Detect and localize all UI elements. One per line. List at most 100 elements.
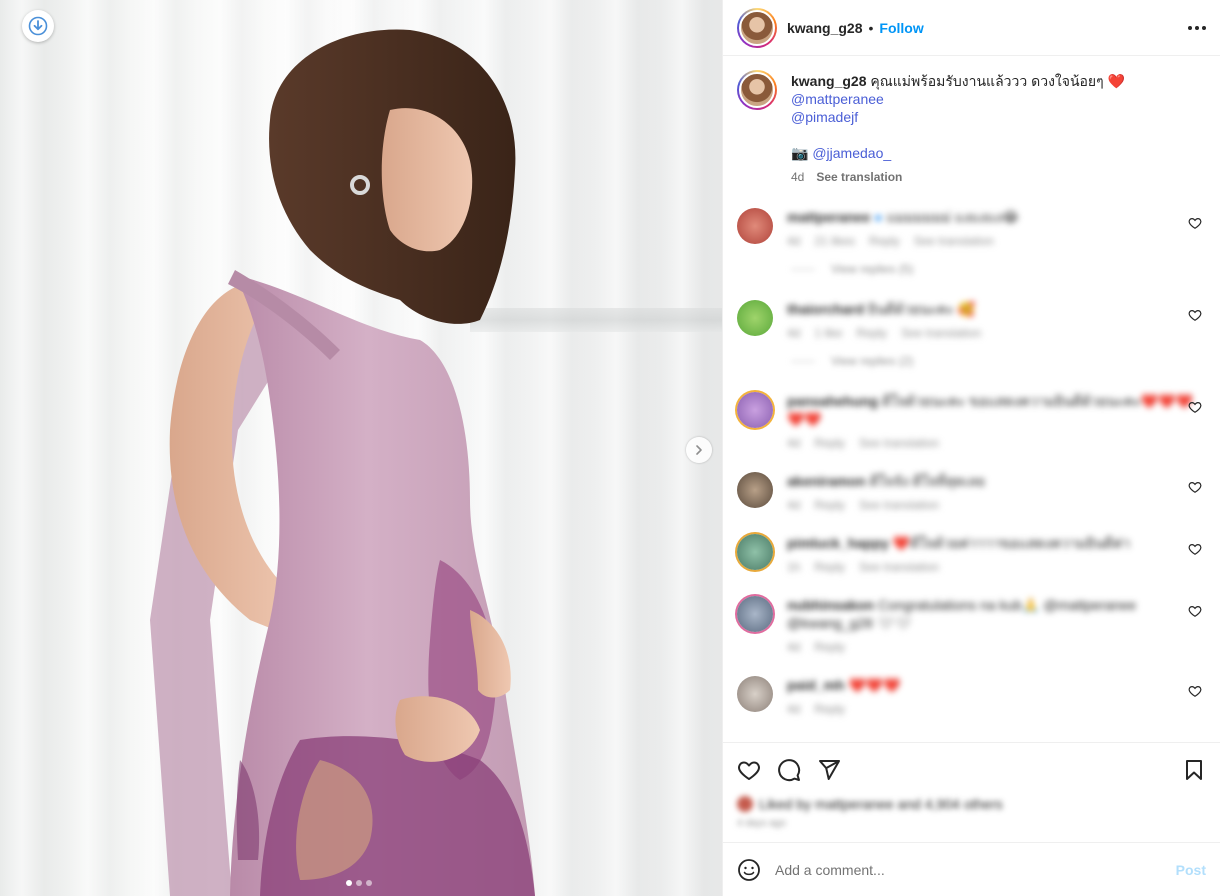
like-comment-heart-icon[interactable] xyxy=(1188,542,1202,556)
commenter-username[interactable]: pansahehung xyxy=(787,393,878,409)
caption-text: คุณแม่พร้อมรับงานแล้ววว ดวงใจน้อยๆ xyxy=(870,73,1104,89)
commenter-username[interactable]: thaiorchard xyxy=(787,301,864,317)
comment-age: 4d xyxy=(787,436,801,450)
comment-likes[interactable]: 1 like xyxy=(814,326,842,340)
carousel-dot xyxy=(346,880,352,886)
commenter-avatar[interactable] xyxy=(737,208,773,244)
emoji-smiley-icon[interactable] xyxy=(737,858,761,882)
comment-bubble-icon[interactable] xyxy=(777,758,801,782)
share-paper-plane-icon[interactable] xyxy=(817,758,841,782)
comment-age: 4d xyxy=(787,640,801,654)
caption-meta: 4d See translation xyxy=(791,168,1125,186)
reply-button[interactable]: Reply xyxy=(814,702,845,716)
commenter-avatar[interactable] xyxy=(737,300,773,336)
like-comment-heart-icon[interactable] xyxy=(1188,308,1202,322)
download-icon xyxy=(28,16,48,36)
camera-emoji: 📷 xyxy=(791,145,809,161)
header-separator: • xyxy=(868,19,874,36)
like-heart-icon[interactable] xyxy=(737,758,761,782)
comment-text: ❤️❤️❤️ xyxy=(848,677,901,693)
post-caption: kwang_g28 คุณแม่พร้อมรับงานแล้ววว ดวงใจน… xyxy=(737,70,1204,186)
post-header: kwang_g28 • Follow xyxy=(723,0,1220,56)
author-avatar[interactable] xyxy=(737,7,777,48)
carousel-indicator xyxy=(346,880,372,886)
reply-button[interactable]: Reply xyxy=(869,234,900,248)
comment-item: akeniramon ดีใจจัง ดีใจที่สุดเลย 4d Reply… xyxy=(737,472,1204,512)
photo-credit-link[interactable]: @jjamedao_ xyxy=(812,145,891,161)
reply-button[interactable]: Reply xyxy=(814,560,845,574)
comment-age: 4d xyxy=(787,326,801,340)
comment-item: paid_mh ❤️❤️❤️ 4d Reply xyxy=(737,676,1204,716)
reply-button[interactable]: Reply xyxy=(814,640,845,654)
caption-avatar[interactable] xyxy=(737,70,777,110)
view-replies-button[interactable]: View replies (2) xyxy=(791,354,1204,368)
comment-age: 1h xyxy=(787,560,801,574)
commenter-avatar[interactable] xyxy=(737,534,773,570)
commenter-username[interactable]: mattperanee xyxy=(787,209,870,225)
post-details-panel: kwang_g28 • Follow kwang_g28 คุณแม่พร้อม… xyxy=(722,0,1220,896)
commenter-avatar[interactable] xyxy=(737,676,773,712)
bookmark-icon[interactable] xyxy=(1182,758,1206,782)
comment-item: pimluck_happy ❤️ดีใจด้วยค่าาาาขอแสดงความ… xyxy=(737,534,1204,574)
reply-button[interactable]: Reply xyxy=(814,436,845,450)
see-translation-button[interactable]: See translation xyxy=(859,436,939,450)
comment-age: 4d xyxy=(787,498,801,512)
comment-item: mattperanee ● แมมมมมม่ แงแงแง😂 4d 21 like… xyxy=(737,208,1204,248)
comment-item: thaiorchard ยินดีด้วยนะคะ 🥰 4d 1 like Repl… xyxy=(737,300,1204,340)
liker-avatar xyxy=(737,796,753,812)
commenter-avatar[interactable] xyxy=(737,596,773,632)
download-button[interactable] xyxy=(22,10,54,42)
comment-item: pansahehung ดีใจด้วยนะคะ ขอแสดงความยินดี… xyxy=(737,392,1204,450)
commenter-avatar[interactable] xyxy=(737,392,773,428)
caption-heart-emoji: ❤️ xyxy=(1107,73,1125,89)
like-comment-heart-icon[interactable] xyxy=(1188,400,1202,414)
comment-text: ❤️ดีใจด้วยค่าาาาขอแสดงความยินดีค่า xyxy=(892,535,1131,551)
see-translation-button[interactable]: See translation xyxy=(859,560,939,574)
comments-scroll-area[interactable]: kwang_g28 คุณแม่พร้อมรับงานแล้ววว ดวงใจน… xyxy=(723,56,1220,742)
likes-summary: Liked by mattperanee and 4,904 others 4 … xyxy=(737,796,1206,829)
commenter-username[interactable]: pimluck_happy xyxy=(787,535,889,551)
mention-link[interactable]: @pimadejf xyxy=(791,109,858,125)
carousel-dot xyxy=(366,880,372,886)
like-comment-heart-icon[interactable] xyxy=(1188,216,1202,230)
pregnant-woman-photo xyxy=(150,29,535,896)
carousel-next-button[interactable] xyxy=(686,437,712,463)
add-comment-bar: Post xyxy=(723,842,1220,896)
see-translation-button[interactable]: See translation xyxy=(901,326,981,340)
comment-age: 4d xyxy=(787,234,801,248)
commenter-avatar[interactable] xyxy=(737,472,773,508)
caption-age: 4d xyxy=(791,170,805,184)
comment-text: ดีใจจัง ดีใจที่สุดเลย xyxy=(869,473,986,489)
view-replies-button[interactable]: View replies (5) xyxy=(791,262,1204,276)
like-comment-heart-icon[interactable] xyxy=(1188,684,1202,698)
like-comment-heart-icon[interactable] xyxy=(1188,480,1202,494)
like-comment-heart-icon[interactable] xyxy=(1188,604,1202,618)
comment-text: ยินดีด้วยนะคะ 🥰 xyxy=(867,301,976,317)
see-translation-button[interactable]: See translation xyxy=(816,168,902,186)
likes-text[interactable]: Liked by mattperanee and 4,904 others xyxy=(759,796,1003,812)
reply-button[interactable]: Reply xyxy=(856,326,887,340)
commenter-username[interactable]: akeniramon xyxy=(787,473,866,489)
post-action-bar xyxy=(723,742,1220,796)
caption-username[interactable]: kwang_g28 xyxy=(791,73,866,89)
carousel-dot xyxy=(356,880,362,886)
post-image[interactable] xyxy=(0,0,722,896)
comment-item: nubhinsakon Congratulations na kub🙏 @mat… xyxy=(737,596,1204,654)
mention-link[interactable]: @mattperanee xyxy=(791,91,884,107)
post-date: 4 days ago xyxy=(737,818,786,829)
chevron-right-icon xyxy=(696,445,702,455)
commenter-username[interactable]: nubhinsakon xyxy=(787,597,874,613)
comment-age: 4d xyxy=(787,702,801,716)
author-username[interactable]: kwang_g28 xyxy=(787,20,862,36)
see-translation-button[interactable]: See translation xyxy=(859,498,939,512)
follow-button[interactable]: Follow xyxy=(879,20,923,36)
post-modal: kwang_g28 • Follow kwang_g28 คุณแม่พร้อม… xyxy=(0,0,1220,896)
commenter-username[interactable]: paid_mh xyxy=(787,677,845,693)
reply-button[interactable]: Reply xyxy=(814,498,845,512)
see-translation-button[interactable]: See translation xyxy=(914,234,994,248)
post-comment-button[interactable]: Post xyxy=(1176,862,1206,878)
more-options-button[interactable] xyxy=(1188,20,1206,36)
comment-text: แมมมมมม่ แงแงแง😂 xyxy=(886,209,1019,225)
comment-likes[interactable]: 21 likes xyxy=(814,234,855,248)
comment-input[interactable] xyxy=(775,861,1176,878)
